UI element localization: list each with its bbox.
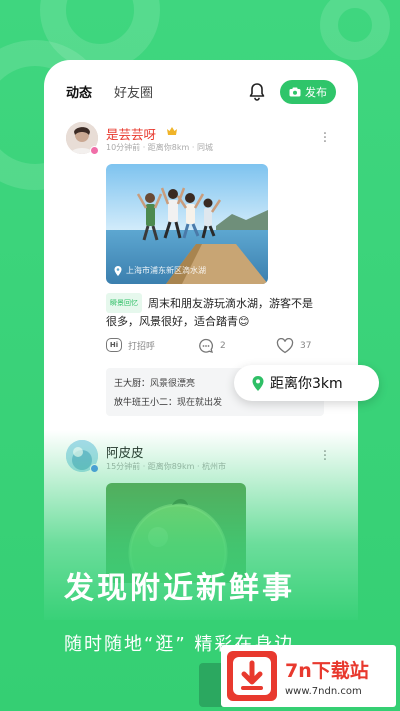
distance-text: 距离你3km <box>270 376 343 392</box>
comment-author: 王大厨： <box>114 379 151 389</box>
post-meta: 15分钟前 · 距离你89km · 杭州市 <box>106 462 227 471</box>
location-pin-icon <box>114 265 122 276</box>
post-photo[interactable]: 上海市浦东新区滴水湖 <box>106 164 268 284</box>
crown-icon <box>167 127 177 135</box>
phone-screen: 动态 好友圈 发布 是芸芸呀 10分钟前 · 距离你8km · 同城 · · ·… <box>44 60 358 620</box>
like-button[interactable]: 37 <box>276 338 311 354</box>
comment-content: 风景很漂亮 <box>150 379 196 389</box>
post-actions: Hi 打招呼 2 37 <box>106 336 336 356</box>
gender-male-icon <box>90 464 99 473</box>
distance-badge: 距离你3km <box>234 365 379 401</box>
camera-icon <box>289 87 301 97</box>
post-text: 瞬景回忆 周末和朋友游玩滴水湖，游客不是很多，风景很好，适合踏青😊 <box>106 293 320 331</box>
hi-icon: Hi <box>106 338 122 352</box>
post-meta: 10分钟前 · 距离你8km · 同城 <box>106 143 213 152</box>
watermark: 7n下载站 www.7ndn.com <box>221 645 396 707</box>
publish-label: 发布 <box>305 86 327 99</box>
greet-button[interactable]: Hi 打招呼 <box>106 338 155 352</box>
tab-friends[interactable]: 好友圈 <box>114 82 153 101</box>
username[interactable]: 阿皮皮 <box>106 442 144 461</box>
like-count: 37 <box>300 341 312 351</box>
comment-button[interactable]: 2 <box>198 338 226 354</box>
download-icon <box>227 651 277 701</box>
comment-content: 现在就出发 <box>177 398 223 408</box>
heart-icon <box>276 338 294 354</box>
comment-count: 2 <box>220 341 226 351</box>
bell-icon[interactable] <box>248 82 266 102</box>
tab-moments[interactable]: 动态 <box>66 82 92 101</box>
gender-female-icon <box>90 146 99 155</box>
top-bar: 动态 好友圈 发布 <box>44 78 358 108</box>
watermark-title: 7n下载站 <box>285 659 369 682</box>
decorative-ring <box>320 0 390 60</box>
watermark-url: www.7ndn.com <box>285 685 362 697</box>
promo-headline: 发现附近新鲜事 <box>64 571 295 606</box>
comment-item[interactable]: 放牛班王小二：现在就出发 <box>114 395 222 408</box>
comment-icon <box>199 338 213 353</box>
publish-button[interactable]: 发布 <box>280 80 336 104</box>
more-options-icon[interactable]: · · · <box>322 127 328 149</box>
memory-tag[interactable]: 瞬景回忆 <box>106 293 142 313</box>
greet-label: 打招呼 <box>128 341 156 352</box>
photo-location: 上海市浦东新区滴水湖 <box>114 265 206 276</box>
photo-location-text: 上海市浦东新区滴水湖 <box>126 266 206 275</box>
comment-item[interactable]: 王大厨：风景很漂亮 <box>114 376 195 389</box>
more-options-icon[interactable]: · · · <box>322 445 328 467</box>
comment-author: 放牛班王小二： <box>114 398 178 408</box>
username[interactable]: 是芸芸呀 <box>106 124 156 143</box>
watermark-tab <box>199 663 223 707</box>
location-pin-icon <box>252 375 264 391</box>
